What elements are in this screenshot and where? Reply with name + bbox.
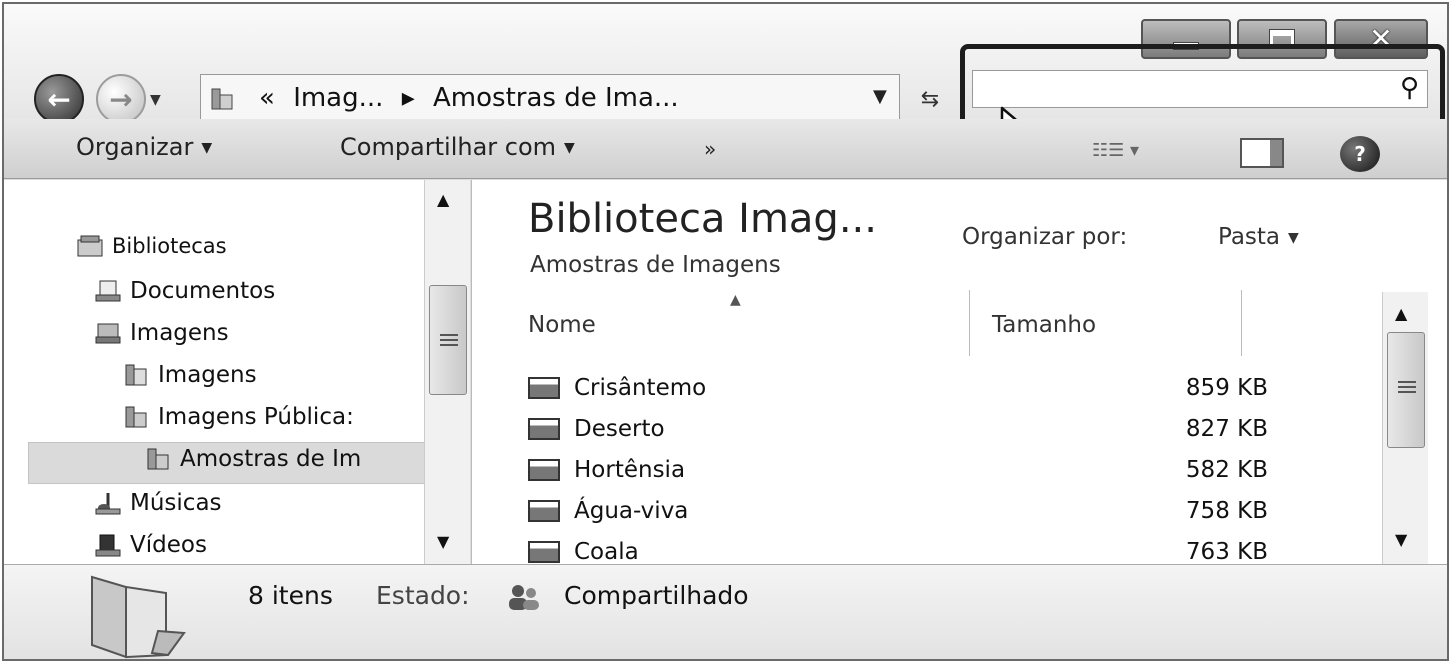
sidebar-item-label: Imagens Pública: xyxy=(158,404,354,430)
grip-icon xyxy=(440,334,458,346)
sidebar-item-documents[interactable]: Documentos xyxy=(94,278,275,304)
image-file-icon xyxy=(528,459,560,481)
preview-pane-button[interactable] xyxy=(1240,138,1284,168)
sidebar-item-my-pictures[interactable]: Imagens xyxy=(122,362,257,388)
refresh-icon: ⇆ xyxy=(920,86,940,112)
back-button[interactable]: ← xyxy=(34,74,84,124)
file-name: Hortênsia xyxy=(574,457,686,483)
file-size: 827 KB xyxy=(1185,416,1268,442)
help-button[interactable]: ? xyxy=(1340,136,1380,172)
sidebar-item-label: Bibliotecas xyxy=(112,234,227,258)
back-arrow-icon: ← xyxy=(47,82,71,116)
chevron-down-icon: ▼ xyxy=(1288,229,1299,246)
chevron-down-icon: ▼ xyxy=(201,140,213,156)
file-name: Crisântemo xyxy=(574,375,707,401)
sidebar-item-label: Documentos xyxy=(130,278,276,304)
help-icon: ? xyxy=(1354,142,1366,166)
state-label: Estado: xyxy=(376,581,470,610)
file-name: Deserto xyxy=(574,416,665,442)
folder-icon xyxy=(125,406,147,428)
scroll-up-icon[interactable]: ▲ xyxy=(1395,304,1407,323)
folder-icon xyxy=(147,448,169,470)
sidebar-item-sample-pictures[interactable]: Amostras de Im xyxy=(144,446,361,472)
navigation-pane-scrollbar[interactable]: ▲ ▼ xyxy=(424,180,470,564)
shared-users-icon xyxy=(509,585,539,610)
chevron-down-icon: ▼ xyxy=(564,140,575,156)
breadcrumb-item-sample-pictures[interactable]: Amostras de Ima... xyxy=(433,83,679,113)
sidebar-item-libraries[interactable]: Bibliotecas xyxy=(76,234,227,258)
forward-button[interactable]: → xyxy=(96,74,146,124)
breadcrumb-separator[interactable]: ▸ xyxy=(402,83,415,113)
documents-icon xyxy=(95,280,121,302)
music-icon xyxy=(95,493,121,515)
pictures-folder-icon xyxy=(125,364,147,386)
image-file-icon xyxy=(528,377,560,399)
details-pane: 8 itens Estado: Compartilhado xyxy=(4,564,1447,659)
arrange-by-dropdown[interactable]: Pasta ▼ xyxy=(1218,224,1299,250)
file-name: Coala xyxy=(574,539,639,565)
address-bar[interactable]: « Imag... ▸ Amostras de Ima... ▼ xyxy=(200,74,900,120)
forward-arrow-icon: → xyxy=(109,82,133,116)
image-file-icon xyxy=(528,418,560,440)
sidebar-item-label: Músicas xyxy=(130,490,222,516)
scroll-up-icon[interactable]: ▲ xyxy=(437,190,449,209)
change-view-button[interactable]: ☷☰ ▾ xyxy=(1092,140,1139,161)
file-size: 763 KB xyxy=(1185,539,1268,565)
share-with-menu-button[interactable]: Compartilhar com ▼ xyxy=(340,133,575,161)
scrollbar-thumb[interactable] xyxy=(1387,332,1425,448)
scroll-down-icon[interactable]: ▼ xyxy=(437,532,449,551)
details-view-icon: ☷☰ xyxy=(1092,140,1125,161)
item-count: 8 itens xyxy=(248,581,333,610)
file-row[interactable]: Deserto 827 KB xyxy=(528,409,1268,449)
sidebar-item-label: Imagens xyxy=(158,362,257,388)
image-file-icon xyxy=(528,500,560,522)
file-row[interactable]: Crisântemo 859 KB xyxy=(528,368,1268,408)
arrange-by-label: Organizar por: xyxy=(962,224,1128,250)
file-name: Água-viva xyxy=(574,498,689,524)
scroll-down-icon[interactable]: ▼ xyxy=(1395,530,1407,549)
sidebar-item-public-pictures[interactable]: Imagens Pública: xyxy=(122,404,354,430)
file-row[interactable]: Água-viva 758 KB xyxy=(528,491,1268,531)
column-header-size[interactable]: Tamanho xyxy=(970,290,1242,356)
file-list-pane: Biblioteca Imag... Amostras de Imagens O… xyxy=(471,180,1447,565)
breadcrumb: « Imag... ▸ Amostras de Ima... xyxy=(259,79,689,117)
explorer-window: ✕ ← → ▼ « Imag... ▸ Amostras de Ima... ▼… xyxy=(2,2,1449,661)
videos-icon xyxy=(95,534,121,557)
library-icon xyxy=(77,235,103,257)
file-size: 582 KB xyxy=(1185,457,1268,483)
grip-icon xyxy=(1398,381,1416,393)
sidebar-item-music[interactable]: Músicas xyxy=(94,490,222,516)
pictures-icon xyxy=(95,323,121,344)
image-file-icon xyxy=(528,541,560,563)
library-subtitle: Amostras de Imagens xyxy=(530,252,781,278)
recent-pages-dropdown[interactable]: ▼ xyxy=(150,92,161,108)
state-value: Compartilhado xyxy=(564,581,749,610)
chevron-down-icon: ▾ xyxy=(1130,140,1140,161)
organize-menu-button[interactable]: Organizar ▼ xyxy=(76,133,212,161)
arrange-by-value: Pasta xyxy=(1218,224,1281,250)
command-bar: Organizar ▼ Compartilhar com ▼ » xyxy=(4,119,1447,179)
folder-icon xyxy=(211,88,233,110)
sidebar-item-label: Vídeos xyxy=(130,532,207,558)
sidebar-item-videos[interactable]: Vídeos xyxy=(94,532,207,558)
file-size: 859 KB xyxy=(1185,375,1268,401)
breadcrumb-back-chevron[interactable]: « xyxy=(259,83,275,113)
file-size: 758 KB xyxy=(1185,498,1268,524)
column-header-name[interactable]: Nome xyxy=(512,290,970,356)
file-list-scrollbar[interactable]: ▲ ▼ xyxy=(1382,292,1428,564)
sidebar-item-pictures-library[interactable]: Imagens xyxy=(94,320,229,346)
sidebar-item-label: Amostras de Im xyxy=(180,446,362,472)
address-dropdown-icon[interactable]: ▼ xyxy=(873,86,887,107)
folder-icon xyxy=(91,575,186,659)
library-title: Biblioteca Imag... xyxy=(528,196,877,242)
organize-label: Organizar xyxy=(76,133,194,161)
share-with-label: Compartilhar com xyxy=(340,133,557,161)
scrollbar-thumb[interactable] xyxy=(429,285,467,395)
more-commands-button[interactable]: » xyxy=(704,137,716,161)
file-row[interactable]: Hortênsia 582 KB xyxy=(528,450,1268,490)
refresh-button[interactable]: ⇆ xyxy=(908,84,952,114)
breadcrumb-item-pictures[interactable]: Imag... xyxy=(293,83,383,113)
sidebar-item-label: Imagens xyxy=(130,320,229,346)
